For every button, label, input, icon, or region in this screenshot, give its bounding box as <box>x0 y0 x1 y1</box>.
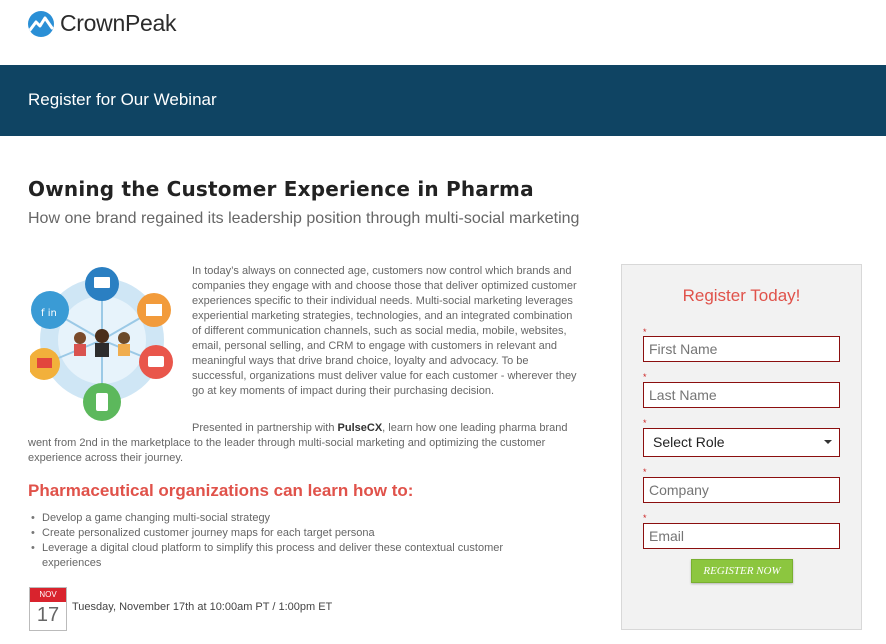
brand-name: CrownPeak <box>60 10 177 36</box>
brand-logo[interactable]: CrownPeak <box>28 10 176 37</box>
role-select-value: Select Role <box>653 434 725 450</box>
partner-name: PulseCX <box>337 422 383 434</box>
email-field[interactable] <box>643 523 840 549</box>
page-title: Owning the Customer Experience in Pharma <box>28 177 534 201</box>
list-item: Develop a game changing multi-social str… <box>31 511 562 526</box>
list-item: Leverage a digital cloud platform to sim… <box>31 541 562 571</box>
top-bar: CrownPeak <box>0 0 886 65</box>
svg-text:f in: f in <box>41 308 57 319</box>
event-datetime: Tuesday, November 17th at 10:00am PT / 1… <box>72 601 333 613</box>
learn-list: Develop a game changing multi-social str… <box>31 511 562 571</box>
page-banner: Register for Our Webinar <box>0 65 886 136</box>
chevron-down-icon <box>824 440 832 444</box>
banner-title: Register for Our Webinar <box>28 90 217 109</box>
company-field[interactable] <box>643 477 840 503</box>
role-select[interactable]: Select Role <box>643 428 840 457</box>
required-marker: * <box>643 467 647 477</box>
required-marker: * <box>643 372 647 382</box>
crownpeak-logo-icon <box>28 10 54 37</box>
multi-channel-network-illustration: f in <box>28 264 180 424</box>
calendar-icon: NOV 17 <box>29 587 67 631</box>
register-now-button[interactable]: REGISTER NOW <box>691 559 793 583</box>
list-item: Create personalized customer journey map… <box>31 526 562 541</box>
first-name-field[interactable] <box>643 336 840 362</box>
page-subtitle: How one brand regained its leadership po… <box>28 210 580 227</box>
registration-title: Register Today! <box>682 286 801 305</box>
partner-prefix: Presented in partnership with <box>192 422 338 434</box>
calendar-month: NOV <box>30 588 66 602</box>
required-marker: * <box>643 513 647 523</box>
intro-paragraph: In today’s always on connected age, cust… <box>192 265 577 397</box>
calendar-day: 17 <box>36 604 60 626</box>
learn-heading: Pharmaceutical organizations can learn h… <box>28 481 414 500</box>
partner-paragraph: Presented in partnership with PulseCX, l… <box>28 421 582 466</box>
required-marker: * <box>643 418 647 428</box>
last-name-field[interactable] <box>643 382 840 408</box>
registration-form: Register Today! * * * Select Role * * RE… <box>621 264 862 630</box>
